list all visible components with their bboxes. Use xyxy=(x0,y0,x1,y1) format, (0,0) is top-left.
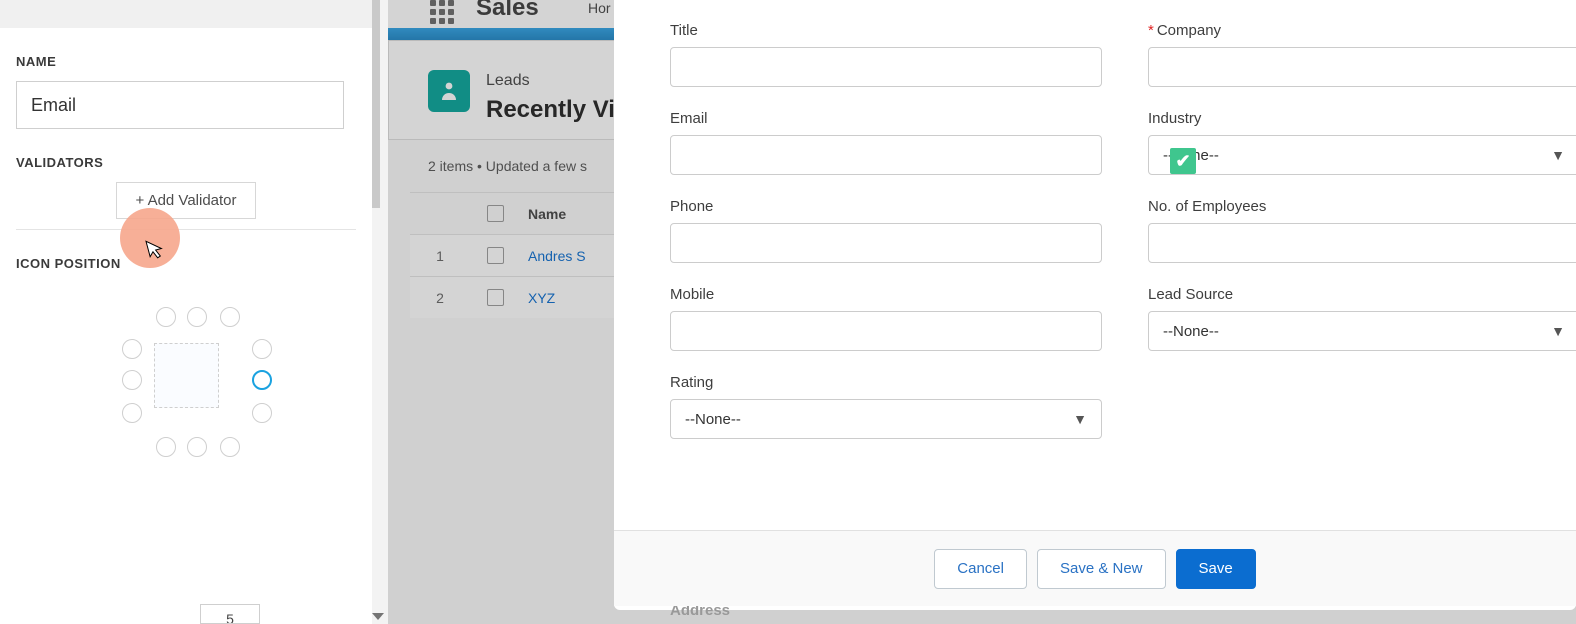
select-rating[interactable]: --None-- ▼ xyxy=(670,399,1102,439)
select-leadsource-value: --None-- xyxy=(1163,323,1219,340)
icon-pos-bottom-left[interactable] xyxy=(156,437,176,457)
name-input[interactable] xyxy=(16,81,344,129)
chevron-down-icon: ▼ xyxy=(1551,323,1565,339)
save-button[interactable]: Save xyxy=(1176,549,1256,589)
config-panel-topbar xyxy=(0,0,372,28)
validator-check-icon: ✔ xyxy=(1170,148,1196,174)
icon-pos-right-top[interactable] xyxy=(252,339,272,359)
select-rating-value: --None-- xyxy=(685,411,741,428)
panel-scrollbar[interactable] xyxy=(372,0,380,208)
select-industry[interactable]: --None-- ▼ xyxy=(1148,135,1576,175)
chevron-down-icon: ▼ xyxy=(1551,147,1565,163)
icon-pos-top-center[interactable] xyxy=(187,307,207,327)
label-mobile: Mobile xyxy=(670,286,1102,303)
label-company: *Company xyxy=(1148,22,1576,39)
input-employees[interactable] xyxy=(1148,223,1576,263)
section-label-name: NAME xyxy=(16,54,356,69)
divider xyxy=(16,229,356,230)
panel-scroll-down-icon[interactable] xyxy=(372,613,384,620)
icon-pos-left-center[interactable] xyxy=(122,370,142,390)
label-email: Email xyxy=(670,110,1102,127)
label-industry: Industry xyxy=(1148,110,1576,127)
input-mobile[interactable] xyxy=(670,311,1102,351)
icon-pos-right-center[interactable] xyxy=(252,370,272,390)
icon-offset-input[interactable]: 5 xyxy=(200,604,260,624)
label-company-text: Company xyxy=(1157,22,1221,39)
icon-pos-left-bottom[interactable] xyxy=(122,403,142,423)
dialog-footer: Cancel Save & New Save xyxy=(614,530,1576,606)
select-leadsource[interactable]: --None-- ▼ xyxy=(1148,311,1576,351)
icon-pos-top-left[interactable] xyxy=(156,307,176,327)
input-title[interactable] xyxy=(670,47,1102,87)
form-area: Title *Company Email Industry --None-- ▼… xyxy=(670,0,1576,480)
input-company[interactable] xyxy=(1148,47,1576,87)
icon-pos-left-top[interactable] xyxy=(122,339,142,359)
section-label-validators: VALIDATORS xyxy=(16,155,356,170)
save-and-new-button[interactable]: Save & New xyxy=(1037,549,1166,589)
lead-form-dialog: Title *Company Email Industry --None-- ▼… xyxy=(614,0,1576,610)
label-leadsource: Lead Source xyxy=(1148,286,1576,303)
cancel-button[interactable]: Cancel xyxy=(934,549,1027,589)
label-rating: Rating xyxy=(670,374,1102,391)
section-label-icon-position: ICON POSITION xyxy=(16,256,356,271)
input-phone[interactable] xyxy=(670,223,1102,263)
icon-position-grid xyxy=(86,293,286,473)
icon-pos-bottom-center[interactable] xyxy=(187,437,207,457)
chevron-down-icon: ▼ xyxy=(1073,411,1087,427)
label-employees: No. of Employees xyxy=(1148,198,1576,215)
label-title: Title xyxy=(670,22,1102,39)
icon-pos-bottom-right[interactable] xyxy=(220,437,240,457)
input-email[interactable] xyxy=(670,135,1102,175)
icon-pos-right-bottom[interactable] xyxy=(252,403,272,423)
label-phone: Phone xyxy=(670,198,1102,215)
icon-position-preview xyxy=(154,343,219,408)
config-panel: NAME VALIDATORS + Add Validator ICON POS… xyxy=(0,0,372,624)
icon-pos-top-right[interactable] xyxy=(220,307,240,327)
